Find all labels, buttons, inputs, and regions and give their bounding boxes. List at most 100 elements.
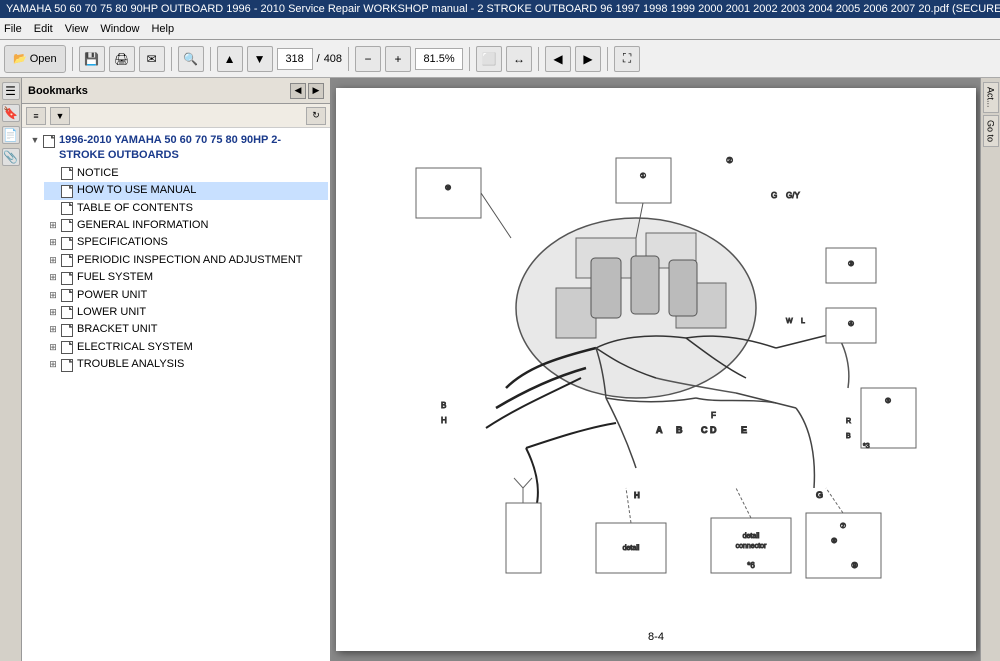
svg-text:detail: detail — [743, 533, 760, 540]
svg-text:F: F — [711, 411, 716, 420]
bookmark-root-item[interactable]: ▼ 1996-2010 YAMAHA 50 60 70 75 80 90HP 2… — [26, 132, 328, 165]
toc-label: TABLE OF CONTENTS — [77, 201, 326, 216]
back-button[interactable]: ◀ — [545, 46, 571, 72]
print-button[interactable]: 🖨 — [109, 46, 135, 72]
bookmark-tab-icon[interactable]: 🔖 — [2, 104, 20, 122]
svg-text:⑩: ⑩ — [445, 184, 451, 192]
svg-text:A: A — [656, 425, 663, 435]
pages-tab-icon[interactable]: 📄 — [2, 126, 20, 144]
save-button[interactable]: 💾 — [79, 46, 105, 72]
lower-expand: ⊞ — [46, 306, 60, 319]
doc-viewer[interactable]: ⑩ ① ② G G/Y ③ — [332, 78, 980, 661]
engine-diagram: ⑩ ① ② G G/Y ③ — [356, 108, 956, 608]
bookmark-power[interactable]: ⊞ POWER UNIT — [44, 287, 328, 304]
svg-text:③: ③ — [848, 260, 854, 268]
bookmark-bracket[interactable]: ⊞ BRACKET UNIT — [44, 321, 328, 338]
bookmark-how-to-use[interactable]: HOW TO USE MANUAL — [44, 182, 328, 199]
bookmarks-content: ▼ 1996-2010 YAMAHA 50 60 70 75 80 90HP 2… — [22, 128, 330, 661]
fuel-label: FUEL SYSTEM — [77, 270, 326, 285]
zoom-out-button[interactable]: − — [355, 46, 381, 72]
svg-text:*3: *3 — [863, 443, 870, 450]
svg-text:W: W — [786, 318, 793, 325]
prev-page-button[interactable]: ▲ — [217, 46, 243, 72]
bookmarks-header: Bookmarks ◀ ▶ — [22, 78, 330, 104]
zoom-input[interactable] — [415, 48, 463, 70]
how-to-use-label: HOW TO USE MANUAL — [77, 183, 326, 198]
search-button[interactable]: 🔍 — [178, 46, 204, 72]
root-label: 1996-2010 YAMAHA 50 60 70 75 80 90HP 2-S… — [59, 133, 326, 164]
power-icon — [60, 289, 74, 303]
how-to-use-icon — [60, 184, 74, 198]
bookmark-electrical[interactable]: ⊞ ELECTRICAL SYSTEM — [44, 339, 328, 356]
trouble-expand: ⊞ — [46, 358, 60, 371]
menu-file[interactable]: File — [4, 23, 22, 35]
lower-label: LOWER UNIT — [77, 305, 326, 320]
svg-text:*6: *6 — [747, 561, 755, 570]
specs-expand: ⊞ — [46, 236, 60, 249]
page-input[interactable] — [277, 48, 313, 70]
electrical-label: ELECTRICAL SYSTEM — [77, 340, 326, 355]
svg-text:⑨: ⑨ — [851, 561, 858, 570]
zoom-in-button[interactable]: + — [385, 46, 411, 72]
svg-text:①: ① — [640, 172, 646, 180]
bookmarks-collapse-btn[interactable]: ≡ — [26, 107, 46, 125]
fullscreen-button[interactable]: ⛶ — [614, 46, 640, 72]
periodic-icon — [60, 254, 74, 268]
specs-icon — [60, 236, 74, 250]
fuel-icon — [60, 271, 74, 285]
email-button[interactable]: ✉ — [139, 46, 165, 72]
attachment-tab-icon[interactable]: 📎 — [2, 148, 20, 166]
hand-tool-icon[interactable]: ☰ — [2, 82, 20, 100]
bracket-label: BRACKET UNIT — [77, 322, 326, 337]
electrical-expand: ⊞ — [46, 341, 60, 354]
svg-text:⑤: ⑤ — [885, 397, 891, 405]
menu-edit[interactable]: Edit — [34, 23, 53, 35]
title-bar: YAMAHA 50 60 70 75 80 90HP OUTBOARD 1996… — [0, 0, 1000, 18]
svg-text:B: B — [846, 433, 851, 440]
bookmark-specs[interactable]: ⊞ SPECIFICATIONS — [44, 234, 328, 251]
page-number: 8-4 — [648, 631, 664, 643]
doc-page: ⑩ ① ② G G/Y ③ — [336, 88, 976, 651]
notice-label: NOTICE — [77, 166, 326, 181]
page-separator: / — [317, 53, 320, 65]
electrical-icon — [60, 341, 74, 355]
bookmarks-refresh-btn[interactable]: ↻ — [306, 107, 326, 125]
bracket-expand: ⊞ — [46, 323, 60, 336]
menu-help[interactable]: Help — [151, 23, 174, 35]
periodic-label: PERIODIC INSPECTION AND ADJUSTMENT — [77, 253, 326, 268]
power-expand: ⊞ — [46, 289, 60, 302]
notice-icon — [60, 167, 74, 181]
next-page-button[interactable]: ▼ — [247, 46, 273, 72]
toolbar-separator-2 — [171, 47, 172, 71]
toolbar-separator-5 — [469, 47, 470, 71]
bookmark-general-info[interactable]: ⊞ GENERAL INFORMATION — [44, 217, 328, 234]
bookmarks-panel: Bookmarks ◀ ▶ ≡ ▼ ↻ ▼ 1996-2010 YAMAHA 5… — [22, 78, 332, 661]
bookmarks-options-btn[interactable]: ▼ — [50, 107, 70, 125]
bookmarks-next-btn[interactable]: ▶ — [308, 83, 324, 99]
bookmark-trouble[interactable]: ⊞ TROUBLE ANALYSIS — [44, 356, 328, 373]
bookmark-notice[interactable]: NOTICE — [44, 165, 328, 182]
bookmark-toc[interactable]: TABLE OF CONTENTS — [44, 200, 328, 217]
open-button[interactable]: 📂 Open — [4, 45, 66, 73]
bookmark-fuel[interactable]: ⊞ FUEL SYSTEM — [44, 269, 328, 286]
fit-width-button[interactable]: ↔ — [506, 46, 532, 72]
svg-text:②: ② — [726, 156, 733, 165]
menu-window[interactable]: Window — [100, 23, 139, 35]
act-button[interactable]: Act... — [983, 82, 999, 113]
fit-page-button[interactable]: ⬜ — [476, 46, 502, 72]
root-doc-icon — [42, 134, 56, 148]
svg-text:B: B — [676, 425, 683, 435]
open-label: Open — [30, 53, 57, 65]
lower-icon — [60, 306, 74, 320]
goto-button[interactable]: Go to — [983, 115, 999, 147]
bookmark-periodic[interactable]: ⊞ PERIODIC INSPECTION AND ADJUSTMENT — [44, 252, 328, 269]
toc-icon — [60, 202, 74, 216]
forward-button[interactable]: ▶ — [575, 46, 601, 72]
bookmarks-header-buttons: ◀ ▶ — [290, 83, 324, 99]
menu-view[interactable]: View — [65, 23, 89, 35]
svg-text:C D: C D — [701, 425, 717, 435]
bookmark-lower[interactable]: ⊞ LOWER UNIT — [44, 304, 328, 321]
bookmarks-prev-btn[interactable]: ◀ — [290, 83, 306, 99]
svg-text:R: R — [846, 418, 851, 425]
svg-text:G: G — [771, 191, 777, 200]
